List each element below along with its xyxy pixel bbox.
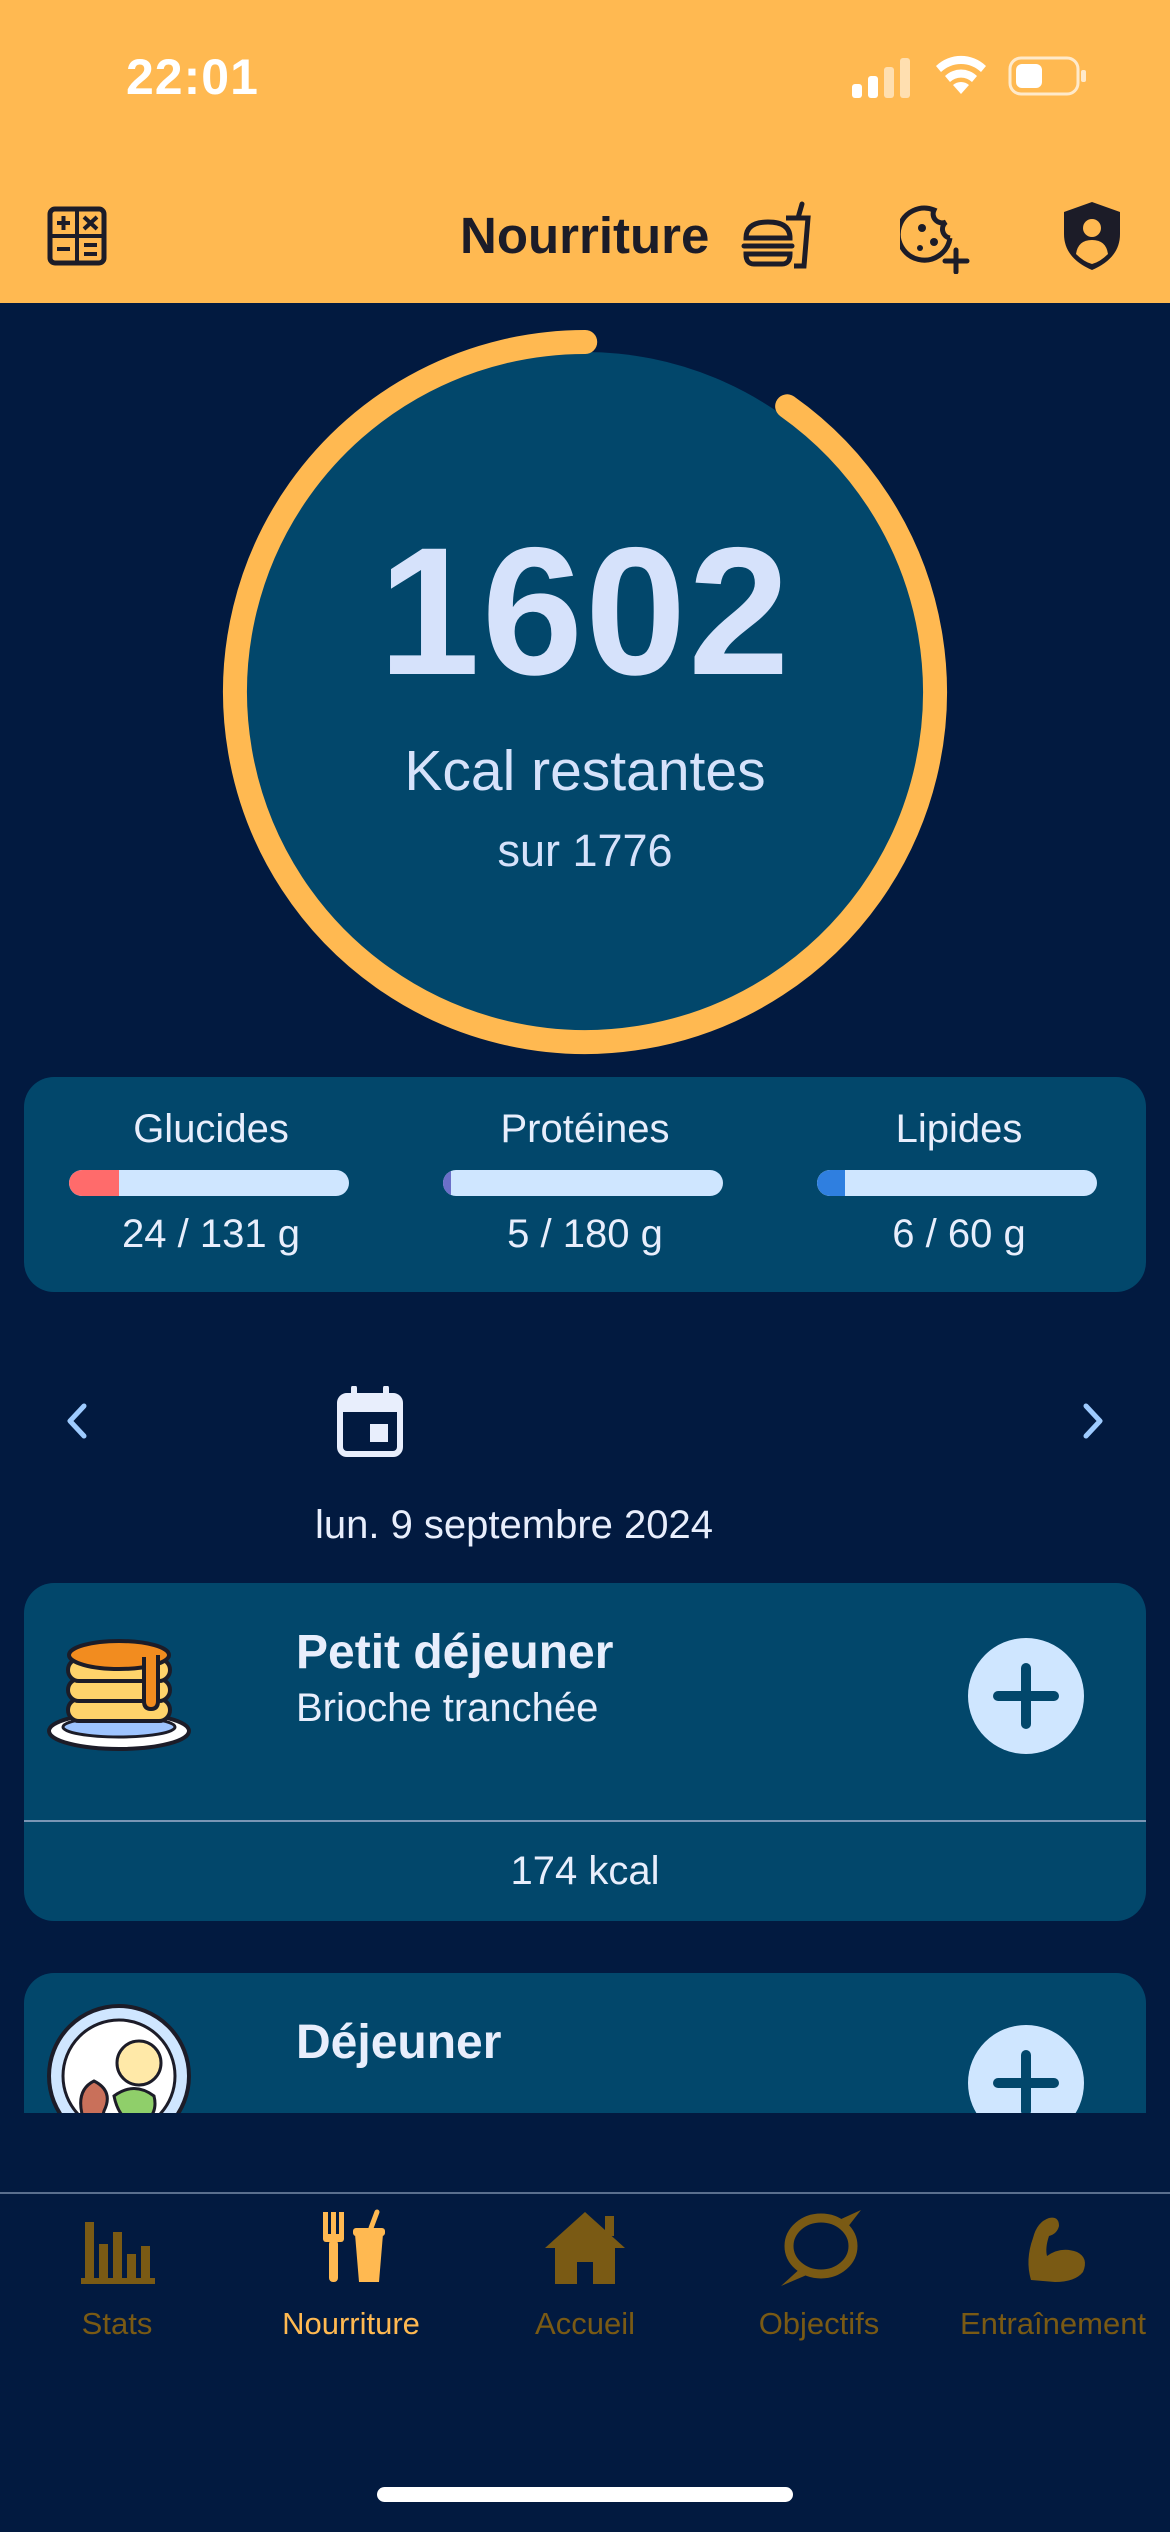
kcal-remaining-label: Kcal restantes (404, 739, 766, 803)
flexed-arm-icon (1028, 2217, 1085, 2282)
kcal-remaining-value: 1602 (378, 509, 792, 713)
current-date: lun. 9 septembre 2024 (314, 1503, 714, 1547)
macro-progress-bar (817, 1170, 1097, 1196)
macro-progress-fill (443, 1170, 452, 1196)
chevron-left-icon[interactable] (52, 1396, 102, 1446)
top-bar: 22:01 Nourriture (0, 0, 1170, 303)
chevron-right-icon[interactable] (1068, 1396, 1118, 1446)
tab-objectifs[interactable]: Objectifs (702, 2208, 936, 2341)
meals-list: Petit déjeuner Brioche tranchée 174 kcal… (0, 1580, 1170, 2113)
add-food-button[interactable] (968, 2025, 1084, 2113)
meal-card-petit-dejeuner[interactable]: Petit déjeuner Brioche tranchée 174 kcal (24, 1583, 1146, 1921)
battery-icon (1008, 56, 1086, 96)
fork-drink-icon (323, 2209, 385, 2282)
page-title: Nourriture (460, 207, 710, 264)
tab-label: Objectifs (758, 2306, 880, 2341)
calendar-icon[interactable] (336, 1386, 404, 1458)
macro-lipides: Lipides 6 / 60 g (772, 1077, 1146, 1292)
tab-bar-divider (0, 2192, 1170, 2194)
add-food-button[interactable] (968, 1638, 1084, 1754)
macro-amount: 24 / 131 g (122, 1212, 300, 1256)
macro-progress-bar (69, 1170, 349, 1196)
tab-stats[interactable]: Stats (0, 2208, 234, 2341)
macro-proteines: Protéines 5 / 180 g (398, 1077, 772, 1292)
macro-amount: 6 / 60 g (892, 1212, 1026, 1256)
meal-title: Déjeuner (296, 2016, 502, 2069)
shield-user-icon[interactable] (1054, 198, 1130, 274)
macro-name: Glucides (133, 1107, 289, 1151)
macro-progress-bar (443, 1170, 723, 1196)
home-indicator[interactable] (377, 2487, 793, 2502)
tab-nourriture[interactable]: Nourriture (234, 2208, 468, 2341)
macro-amount: 5 / 180 g (507, 1212, 663, 1256)
pancakes-icon (47, 1639, 191, 1751)
macro-glucides: Glucides 24 / 131 g (24, 1077, 398, 1292)
tab-label: Nourriture (282, 2306, 420, 2341)
status-time: 22:01 (126, 49, 259, 105)
meal-title: Petit déjeuner (296, 1626, 614, 1679)
divider (24, 1820, 1146, 1822)
meal-card-dejeuner[interactable]: Déjeuner (24, 1973, 1146, 2113)
tab-label: Accueil (535, 2306, 635, 2341)
meal-kcal: 174 kcal (510, 1849, 660, 1893)
macro-progress-fill (817, 1170, 845, 1196)
macro-progress-fill (69, 1170, 120, 1196)
plus-icon (993, 2050, 1059, 2113)
tab-label: Stats (81, 2306, 153, 2341)
macro-name: Lipides (895, 1107, 1023, 1151)
tab-accueil[interactable]: Accueil (468, 2208, 702, 2341)
signal-icon (852, 58, 910, 98)
meal-food-summary: Brioche tranchée (296, 1686, 599, 1730)
calculator-icon[interactable] (46, 205, 108, 267)
home-icon (545, 2212, 625, 2284)
food-icon[interactable] (738, 198, 814, 274)
macros-card: Glucides 24 / 131 g Protéines 5 / 180 g … (24, 1077, 1146, 1292)
kcal-total: sur 1776 (497, 825, 673, 876)
cookie-add-icon[interactable] (900, 198, 976, 274)
salad-plate-icon (47, 2004, 191, 2113)
chart-bars-icon (81, 2222, 155, 2284)
tab-entrainement[interactable]: Entraînement (936, 2208, 1170, 2341)
wifi-icon (936, 55, 986, 94)
target-ring-icon (781, 2210, 861, 2286)
plus-icon (993, 1663, 1059, 1729)
macro-name: Protéines (500, 1107, 670, 1151)
tab-label: Entraînement (959, 2306, 1147, 2341)
